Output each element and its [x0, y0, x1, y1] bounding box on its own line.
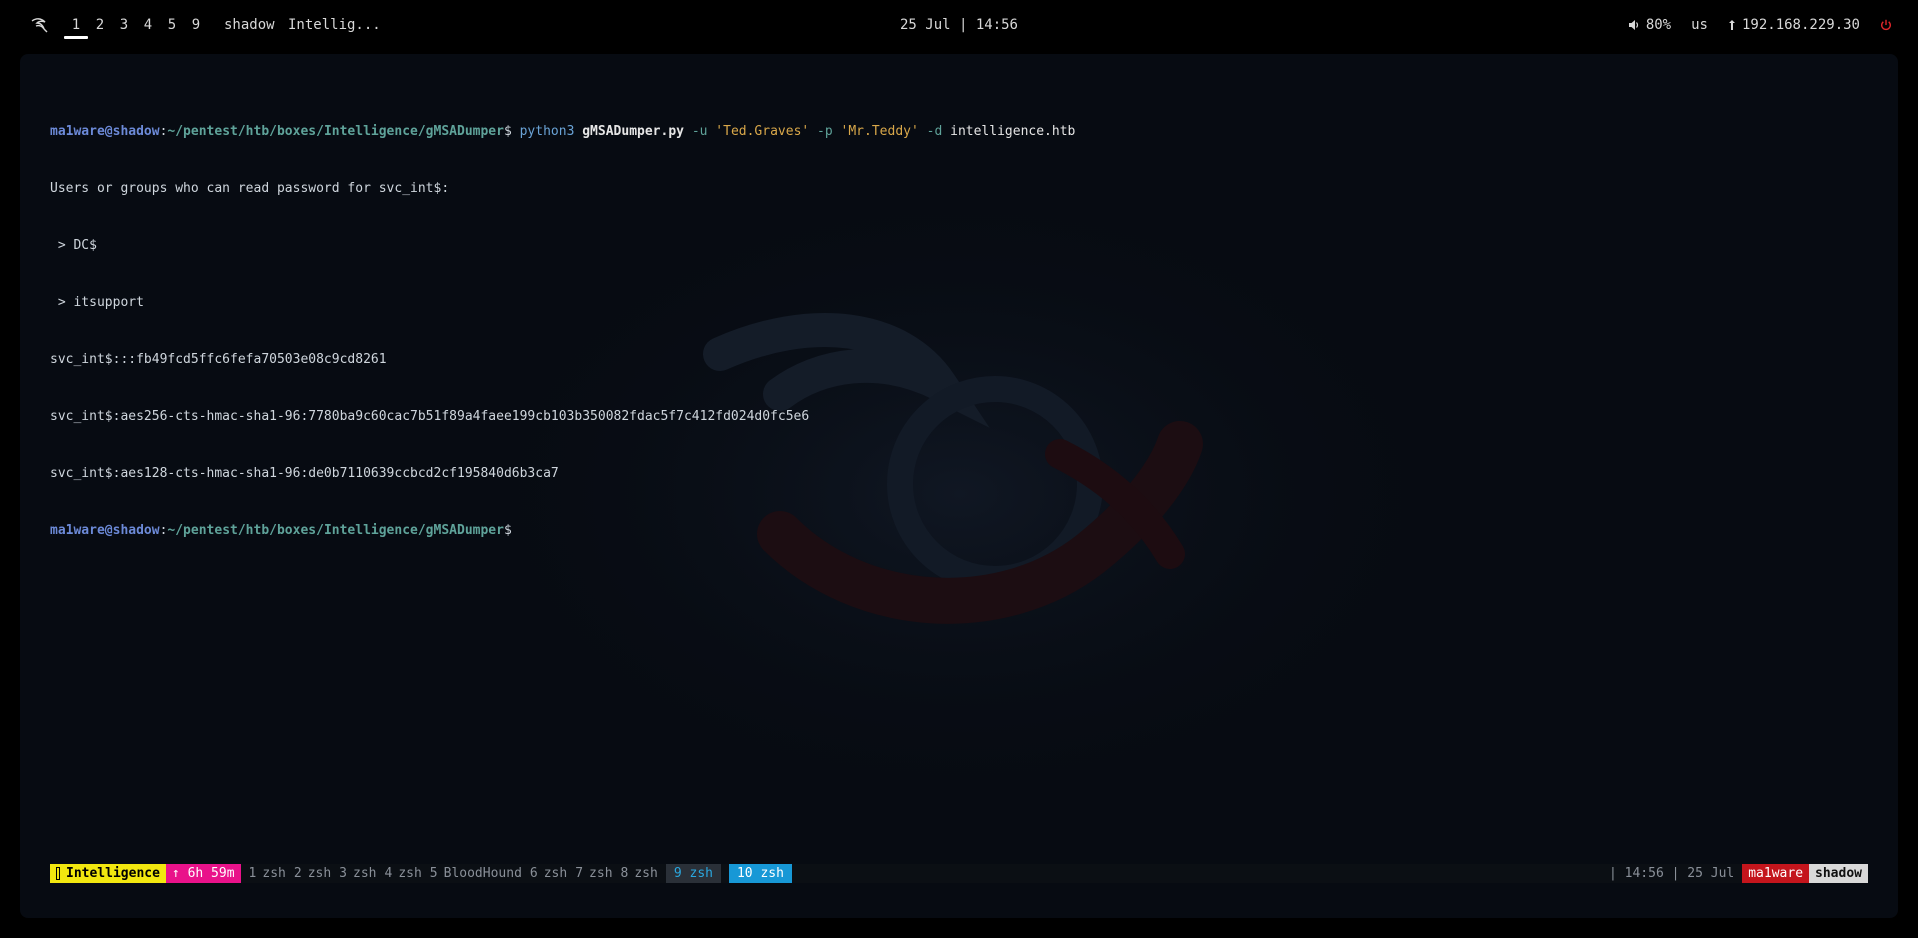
tmux-window-index: 3 [339, 866, 347, 881]
workspace-switcher: 1 2 3 4 5 9 [64, 15, 208, 39]
tmux-window-5[interactable]: 5 BloodHound [426, 864, 526, 883]
prompt-symbol: $ [503, 523, 512, 538]
workspace-4[interactable]: 4 [136, 15, 160, 39]
command-flag-pass: -p [817, 124, 833, 139]
tmux-window-index: 8 [620, 866, 629, 881]
tmux-window-index: 2 [293, 866, 302, 881]
top-bar: 1 2 3 4 5 9 shadow Intellig... 25 Jul | … [0, 0, 1918, 52]
output-line: svc_int$:::fb49fcd5ffc6fefa70503e08c9cd8… [50, 352, 387, 367]
output-line: > itsupport [50, 295, 144, 310]
tmux-window-7[interactable]: 7 zsh [571, 864, 616, 883]
tmux-window-name: zsh [353, 866, 377, 881]
volume-level: 80% [1645, 17, 1672, 33]
tmux-window-name: zsh [398, 866, 422, 881]
system-tray: 80% us 192.168.229.30 [1628, 15, 1892, 35]
tmux-window-name: BloodHound [443, 866, 522, 881]
tmux-window-2[interactable]: 2 zsh [290, 864, 335, 883]
prompt-symbol: $ [503, 124, 512, 139]
tmux-window-index: 4 [384, 866, 393, 881]
tmux-user: ma1ware [1742, 864, 1810, 883]
keyboard-layout-text: us [1691, 17, 1708, 33]
tmux-window-1[interactable]: 1 zsh [245, 864, 290, 883]
tmux-window-index: 5 [429, 866, 438, 881]
command-script: gMSADumper.py [582, 124, 684, 139]
output-line: Users or groups who can read password fo… [50, 181, 450, 196]
prompt-user-host: ma1ware@shadow [50, 523, 160, 538]
workspace-3[interactable]: 3 [112, 15, 136, 39]
window-title-shadow[interactable]: shadow [224, 15, 275, 35]
volume-indicator[interactable]: 80% [1628, 15, 1671, 35]
clock-text: 25 Jul | 14:56 [899, 17, 1018, 33]
workspace-1[interactable]: 1 [64, 15, 88, 39]
tmux-window-6[interactable]: 6 zsh [526, 864, 571, 883]
tmux-window-name: zsh [543, 866, 568, 881]
power-button[interactable] [1880, 19, 1892, 31]
command-flag-user: -u [691, 124, 708, 139]
window-title-intelligence[interactable]: Intellig... [288, 15, 381, 35]
tmux-window-index: 1 [248, 866, 257, 881]
tmux-time-date: | 14:56 | 25 Jul [1609, 866, 1735, 881]
command-line: ma1ware@shadow:~/pentest/htb/boxes/Intel… [50, 122, 1868, 141]
tmux-window-name: zsh [262, 866, 286, 881]
tmux-window-name: zsh [307, 866, 332, 881]
tmux-window-3[interactable]: 3 zsh [335, 864, 380, 883]
prompt-line: ma1ware@shadow:~/pentest/htb/boxes/Intel… [50, 521, 1868, 540]
workspace-9[interactable]: 9 [184, 15, 208, 39]
tmux-host: shadow [1809, 864, 1868, 883]
network-indicator[interactable]: 192.168.229.30 [1728, 15, 1860, 35]
session-box-icon [56, 867, 60, 880]
tmux-status-bar: Intelligence ↑ 6h 59m 1 zsh 2 zsh 3 zsh 4 zs… [50, 864, 1868, 883]
tmux-window-name: zsh [634, 866, 658, 881]
command-flag-domain: -d [926, 124, 943, 139]
prompt-path: ~/pentest/htb/boxes/Intelligence/gMSADum… [167, 523, 504, 538]
tmux-window-8[interactable]: 8 zsh [617, 864, 662, 883]
keyboard-layout[interactable]: us [1691, 15, 1708, 35]
ip-address: 192.168.229.30 [1741, 17, 1860, 33]
power-icon [1880, 19, 1892, 31]
tmux-window-10-current[interactable]: 10 zsh [728, 864, 792, 883]
tmux-window-index: 7 [575, 866, 584, 881]
output-line: svc_int$:aes256-cts-hmac-sha1-96:7780ba9… [50, 409, 810, 424]
workspace-2[interactable]: 2 [88, 15, 112, 39]
workspace-5[interactable]: 5 [160, 15, 184, 39]
tmux-session-name: Intelligence [66, 866, 160, 881]
tmux-session[interactable]: Intelligence [50, 864, 166, 883]
output-line: > DC$ [50, 238, 97, 253]
tmux-window-4[interactable]: 4 zsh [380, 864, 425, 883]
tmux-uptime: ↑ 6h 59m [165, 864, 241, 883]
tmux-window-index: 6 [529, 866, 538, 881]
command-domain: intelligence.htb [950, 124, 1076, 139]
output-line: svc_int$:aes128-cts-hmac-sha1-96:de0b711… [50, 466, 559, 481]
prompt-path: ~/pentest/htb/boxes/Intelligence/gMSADum… [167, 124, 504, 139]
terminal-output[interactable]: ma1ware@shadow:~/pentest/htb/boxes/Intel… [50, 84, 1868, 578]
kali-dragon-icon[interactable] [30, 15, 50, 35]
command-program: python3 [519, 124, 575, 139]
speaker-icon [1628, 19, 1640, 31]
tmux-window-9-last[interactable]: 9 zsh [665, 864, 721, 883]
terminal-window[interactable]: ma1ware@shadow:~/pentest/htb/boxes/Intel… [20, 54, 1898, 918]
tmux-window-name: zsh [589, 866, 613, 881]
prompt-user-host: ma1ware@shadow [50, 124, 160, 139]
network-icon [1728, 19, 1736, 31]
command-password: 'Mr.Teddy' [840, 124, 919, 139]
command-user: 'Ted.Graves' [715, 124, 810, 139]
